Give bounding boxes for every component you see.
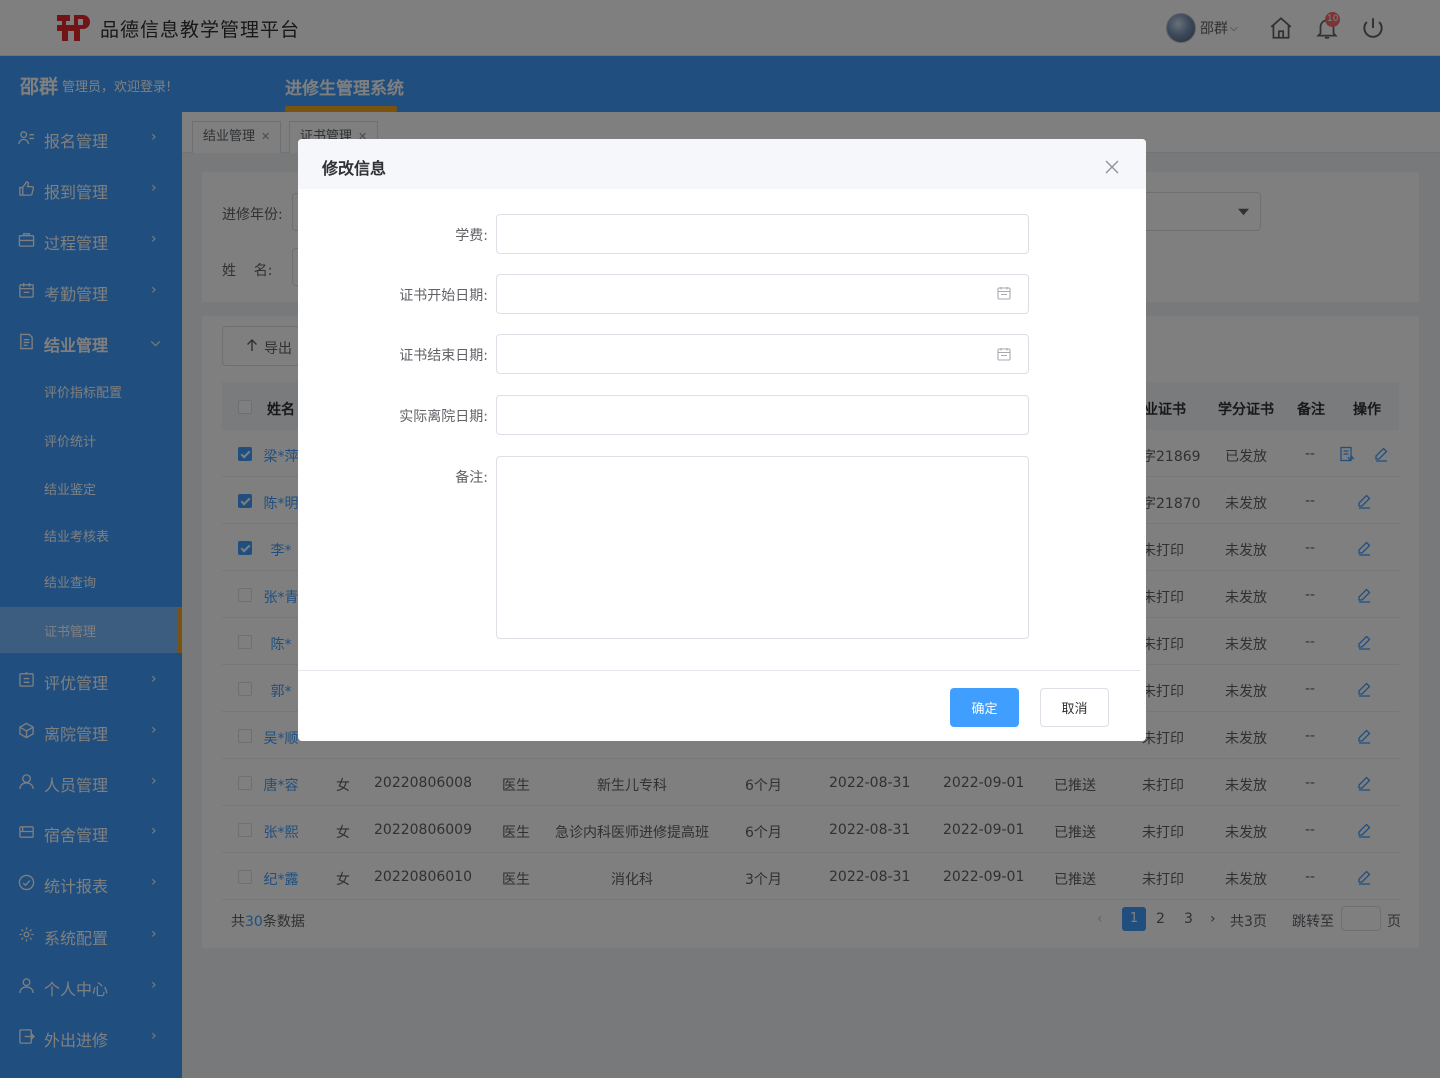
cert-end-label: 证书结束日期: <box>399 348 488 364</box>
calendar-icon[interactable] <box>997 347 1011 361</box>
dialog-divider <box>298 670 1140 671</box>
cert-end-date-input[interactable] <box>496 334 1029 374</box>
remark-label: 备注: <box>455 470 488 486</box>
leave-date-label: 实际离院日期: <box>399 409 488 425</box>
dialog-title: 修改信息 <box>322 159 387 178</box>
confirm-button[interactable]: 确定 <box>950 688 1019 727</box>
close-icon[interactable] <box>1104 159 1120 175</box>
cancel-button[interactable]: 取消 <box>1040 688 1109 727</box>
cert-start-date-input[interactable] <box>496 274 1029 314</box>
leave-date-input[interactable] <box>496 395 1029 435</box>
calendar-icon[interactable] <box>997 286 1011 300</box>
dialog-header <box>298 139 1146 189</box>
remark-textarea[interactable] <box>496 456 1029 639</box>
cert-start-label: 证书开始日期: <box>399 288 488 304</box>
edit-dialog: 修改信息 学费: 证书开始日期: 证书结束日期: 实际离院日期: 备注: 确定 … <box>298 139 1146 741</box>
tuition-input[interactable] <box>496 214 1029 254</box>
tuition-label: 学费: <box>455 228 488 244</box>
